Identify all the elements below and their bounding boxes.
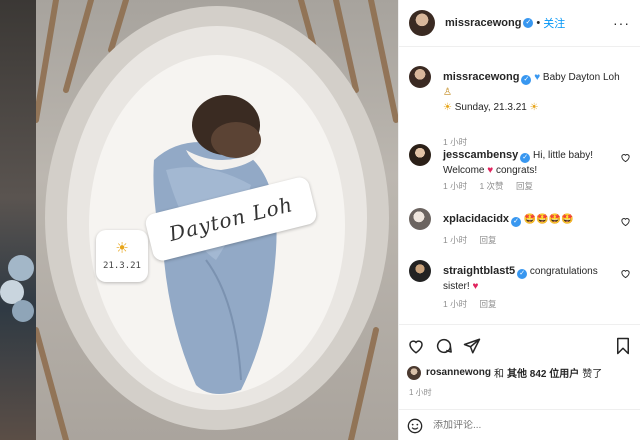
caption: missracewong ✓ ♥ Baby Dayton Loh ♙ ☀ Sund…: [409, 66, 633, 156]
comment-time: 1 小时: [443, 299, 468, 309]
baby-emoji: ♙: [443, 87, 452, 98]
verified-icon: ✓: [523, 18, 534, 28]
comment-item: jesscambensy ✓ Hi, little baby! Welcome ♥…: [409, 144, 633, 204]
comment-avatar[interactable]: [409, 144, 431, 166]
more-options-icon[interactable]: ···: [613, 15, 630, 31]
comment-meta: 1 小时 1 次赞 回复: [443, 180, 543, 192]
comment-item: xplacidacidx ✓ 🤩🤩🤩🤩 1 小时 回复: [409, 208, 633, 252]
reply-button[interactable]: 回复: [479, 235, 496, 245]
instagram-post-view: ☀ 21.3.21 Dayton Loh missracewong ✓ • 关注…: [0, 0, 640, 440]
comment-username[interactable]: xplacidacidx: [443, 213, 509, 225]
comment-icon[interactable]: [435, 337, 453, 355]
caption-line2: Sunday, 21.3.21: [454, 102, 527, 113]
comment-meta: 1 小时 回复: [443, 298, 506, 310]
date-sticker: ☀ 21.3.21: [96, 230, 148, 282]
comment-item: straightblast5 ✓ congratulations sister! …: [409, 260, 633, 320]
heart-icon[interactable]: [620, 268, 631, 279]
verified-icon: ✓: [511, 217, 522, 227]
follow-button[interactable]: 关注: [543, 15, 565, 31]
comment-likes[interactable]: 1 次赞: [479, 181, 503, 191]
likes-and: 和: [494, 369, 505, 380]
author-avatar[interactable]: [409, 10, 435, 36]
comment-meta: 1 小时 回复: [443, 234, 506, 246]
caption-avatar[interactable]: [409, 66, 431, 88]
comment-avatar[interactable]: [409, 208, 431, 230]
reply-button[interactable]: 回复: [479, 299, 496, 309]
post-time: 1 小时: [409, 388, 432, 397]
verified-icon: ✓: [517, 269, 528, 279]
comment-text-a: Hi, little baby!: [533, 150, 594, 161]
verified-icon: ✓: [520, 153, 531, 163]
share-icon[interactable]: [463, 337, 481, 355]
post-photo[interactable]: ☀ 21.3.21 Dayton Loh: [36, 0, 398, 440]
comment-username[interactable]: straightblast5: [443, 265, 515, 277]
heart-icon[interactable]: [620, 216, 631, 227]
comment-text: 🤩🤩🤩🤩: [523, 214, 574, 225]
comment-time: 1 小时: [443, 181, 468, 191]
comment-body: xplacidacidx ✓ 🤩🤩🤩🤩: [443, 212, 621, 227]
liker-username[interactable]: rosannewong: [426, 367, 491, 378]
post-actions: rosannewong 和 其他 842 位用户 赞了 1 小时: [399, 324, 640, 433]
sun-emoji: ☀: [115, 240, 129, 257]
likes-summary: rosannewong 和 其他 842 位用户 赞了: [407, 365, 602, 380]
comment-text-b: sister!: [443, 281, 470, 292]
action-icons-row: [399, 325, 640, 361]
comment-body: jesscambensy ✓ Hi, little baby! Welcome ♥…: [443, 148, 621, 178]
post-side-panel: missracewong ✓ • 关注 ··· missracewong ✓ ♥ …: [398, 0, 640, 440]
heart-icon[interactable]: [620, 152, 631, 163]
verified-icon: ✓: [521, 75, 532, 85]
blue-heart-emoji: ♥: [534, 72, 541, 83]
author-username[interactable]: missracewong: [445, 17, 521, 29]
reply-button[interactable]: 回复: [516, 181, 533, 191]
comment-avatar[interactable]: [409, 260, 431, 282]
liker-avatar[interactable]: [407, 365, 421, 380]
comments-list: missracewong ✓ ♥ Baby Dayton Loh ♙ ☀ Sund…: [399, 48, 640, 324]
likes-suffix: 赞了: [582, 369, 603, 380]
caption-text: Baby Dayton Loh: [542, 72, 620, 83]
likes-others[interactable]: 其他 842 位用户: [507, 365, 579, 380]
smile-icon[interactable]: [407, 418, 423, 434]
heart-icon[interactable]: [407, 337, 425, 355]
caption-username[interactable]: missracewong: [443, 71, 519, 83]
post-header: missracewong ✓ • 关注 ···: [399, 0, 640, 47]
comment-text-a: congratulations: [529, 266, 598, 277]
comment-text-b: Welcome: [443, 165, 485, 176]
sun-emoji: ☀: [529, 102, 539, 113]
comment-username[interactable]: jesscambensy: [443, 149, 518, 161]
date-sticker-text: 21.3.21: [103, 261, 141, 271]
background-photo-strip: [0, 0, 36, 440]
header-dot: •: [536, 17, 541, 29]
add-comment-bar: [399, 409, 640, 440]
red-heart-emoji: ♥: [472, 281, 479, 292]
bookmark-icon[interactable]: [615, 337, 631, 355]
red-heart-emoji: ♥: [487, 165, 494, 176]
comment-time: 1 小时: [443, 235, 468, 245]
caption-body: missracewong ✓ ♥ Baby Dayton Loh ♙ ☀ Sund…: [443, 70, 621, 115]
comment-text-c: congrats!: [496, 165, 538, 176]
sun-emoji: ☀: [443, 102, 452, 113]
add-comment-input[interactable]: [433, 420, 613, 431]
comment-body: straightblast5 ✓ congratulations sister! …: [443, 264, 621, 294]
